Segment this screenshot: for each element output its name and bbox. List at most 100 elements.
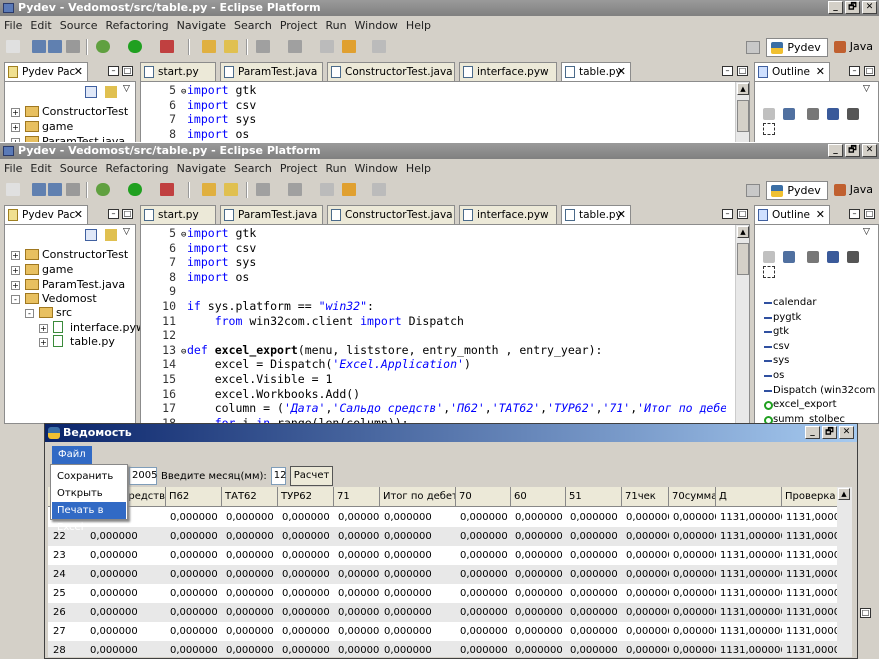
close-icon[interactable]: ✕ [617,63,626,81]
expand-icon[interactable]: + [39,324,48,333]
link-editor-icon[interactable] [105,229,117,241]
maximize-view-icon[interactable]: □ [864,66,875,76]
open-type-icon[interactable] [224,183,238,196]
column-header[interactable]: ТАТ62 [222,487,278,507]
minimize-view-icon[interactable]: – [849,66,860,76]
menu-refactoring[interactable]: Refactoring [106,19,169,32]
menu-search[interactable]: Search [234,162,272,175]
back-icon[interactable] [320,40,334,53]
menu-source[interactable]: Source [60,162,98,175]
previous-annotation-icon[interactable] [288,40,302,53]
tab-pydev-package[interactable]: Pydev Pac ✕ [4,205,88,224]
view-menu-icon[interactable]: ▽ [123,227,130,237]
run-icon[interactable] [128,183,142,196]
hide-local-types-icon[interactable] [847,108,859,120]
view-menu-icon[interactable]: ▽ [863,227,870,237]
open-perspective-icon[interactable] [746,40,761,54]
close-button[interactable]: ✕ [839,426,854,439]
perspective-pydev[interactable]: Pydev [766,37,828,57]
code-editor[interactable]: 5 ⊖import gtk 6 import csv 7 import sys 8 impor… [140,81,750,148]
close-icon[interactable]: ✕ [816,206,825,224]
table-row[interactable]: 26 0,000000 0,000000 0,000000 0,000000 0,0000… [48,603,837,622]
scroll-thumb[interactable] [737,243,749,275]
outline-item[interactable]: os [764,369,784,384]
tab-pydev-package[interactable]: Pydev Pac ✕ [4,62,88,81]
perspective-pydev[interactable]: Pydev [766,180,828,200]
column-header[interactable]: 70 [456,487,511,507]
outline-item[interactable]: Dispatch (win32com [764,384,875,399]
close-icon[interactable]: ✕ [816,63,825,81]
table-row[interactable]: 0,000000 0,000000 0,000000 0,000000 0,000000… [48,508,837,527]
previous-annotation-icon[interactable] [288,183,302,196]
debug-icon[interactable] [96,40,110,53]
window-title-bar[interactable]: Pydev - Vedomost/src/table.py - Eclipse … [0,0,879,16]
tab-table-py[interactable]: table.py ✕ [561,62,631,81]
maximize-editor-icon[interactable]: □ [737,209,748,219]
save-icon[interactable] [32,183,46,196]
debug-icon[interactable] [96,183,110,196]
collapse-all-icon[interactable] [763,266,775,278]
menu-window[interactable]: Window [355,19,398,32]
restore-button[interactable]: 🗗 [845,1,860,14]
close-icon[interactable]: ✕ [617,206,626,224]
window-title-bar[interactable]: Pydev - Vedomost/src/table.py - Eclipse … [0,143,879,159]
run-icon[interactable] [128,40,142,53]
hide-non-public-icon[interactable] [827,251,839,263]
minimize-view-icon[interactable]: – [108,66,119,76]
new-icon[interactable] [6,183,20,196]
forward-icon[interactable] [342,183,356,196]
column-header[interactable]: 70сумма [669,487,716,507]
external-tools-icon[interactable] [160,183,174,196]
column-header[interactable]: 51 [566,487,622,507]
table-row[interactable]: 23 0,000000 0,000000 0,000000 0,000000 0,0000… [48,546,837,565]
tab-outline[interactable]: Outline ✕ [754,205,830,224]
scroll-up-arrow-icon[interactable]: ▲ [737,83,749,95]
table-row[interactable]: 28 0,000000 0,000000 0,000000 0,000000 0,0000… [48,641,837,657]
expand-icon[interactable]: + [11,251,20,260]
perspective-java[interactable]: Java [830,181,879,200]
menu-source[interactable]: Source [60,19,98,32]
minimize-button[interactable]: _ [828,144,843,157]
table-scrollbar[interactable]: ▲ [837,487,852,657]
open-type-icon[interactable] [224,40,238,53]
collapse-all-icon[interactable] [763,123,775,135]
tab-start-py[interactable]: start.py [140,205,216,224]
outline-item[interactable]: csv [764,340,790,355]
new-icon[interactable] [6,40,20,53]
next-annotation-icon[interactable] [256,183,270,196]
external-tools-icon[interactable] [160,40,174,53]
scroll-up-arrow-icon[interactable]: ▲ [838,488,850,500]
maximize-view-icon[interactable]: □ [860,608,871,618]
next-annotation-icon[interactable] [256,40,270,53]
table-row[interactable]: 25 0,000000 0,000000 0,000000 0,000000 0,0000… [48,584,837,603]
tab-outline[interactable]: Outline ✕ [754,62,830,81]
sort-az-icon[interactable] [783,251,795,263]
hide-local-types-icon[interactable] [847,251,859,263]
scroll-thumb[interactable] [737,100,749,132]
table-row[interactable]: 27 0,000000 0,000000 0,000000 0,000000 0,0000… [48,622,837,641]
hide-static-icon[interactable] [807,108,819,120]
save-all-icon[interactable] [48,183,62,196]
close-button[interactable]: ✕ [862,144,877,157]
year-input[interactable]: 2005 [129,467,157,485]
open-folder-icon[interactable] [202,183,216,196]
sort-az-icon[interactable] [783,108,795,120]
dialog-title-bar[interactable]: Ведомость _ 🗗 ✕ [45,424,857,442]
expand-icon[interactable]: + [11,281,20,290]
hide-fields-icon[interactable] [763,251,775,263]
menu-refactoring[interactable]: Refactoring [106,162,169,175]
calculate-button[interactable]: Расчет [289,466,334,486]
print-icon[interactable] [66,40,80,53]
menu-window[interactable]: Window [355,162,398,175]
column-header[interactable]: 71 [334,487,380,507]
column-header[interactable]: ТУР62 [278,487,334,507]
back-icon[interactable] [320,183,334,196]
code-editor[interactable]: 5 ⊖import gtk 6 import csv 7 import sys 8 impor… [140,224,750,454]
column-header[interactable]: Итог по дебету [380,487,456,507]
menu-run[interactable]: Run [325,162,346,175]
last-edit-icon[interactable] [372,183,386,196]
maximize-view-icon[interactable]: □ [864,209,875,219]
menu-edit[interactable]: Edit [30,19,51,32]
outline-item[interactable]: calendar [764,296,816,311]
expand-icon[interactable]: - [11,295,20,304]
